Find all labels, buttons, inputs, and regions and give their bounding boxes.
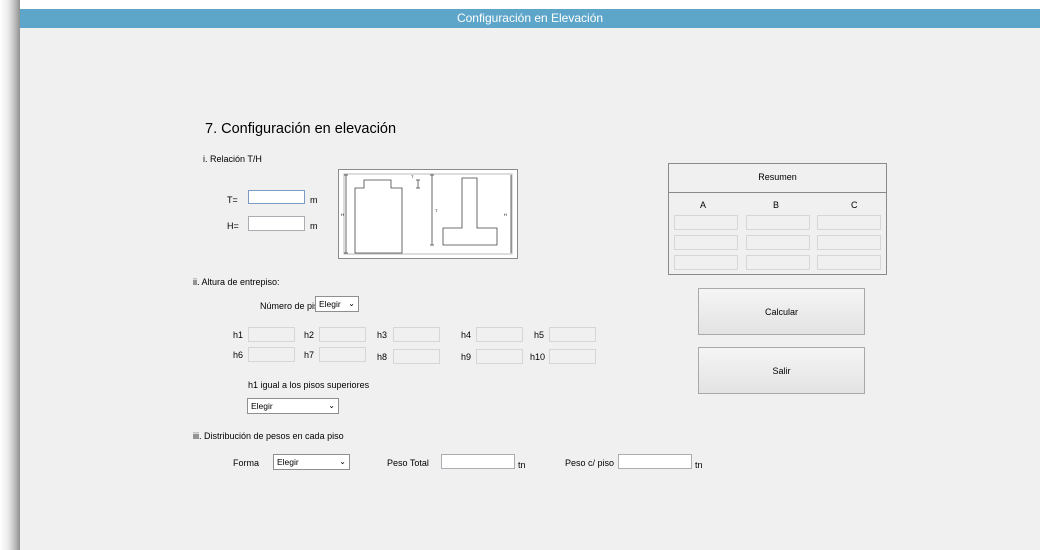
h4-label: h4 (461, 330, 472, 340)
summary-c3[interactable] (817, 255, 881, 270)
peso-piso-unit: tn (695, 460, 703, 470)
calcular-button-label: Calcular (764, 306, 798, 317)
h2-input[interactable] (319, 327, 366, 342)
h1-equal-select[interactable]: Elegir ⌄ (247, 398, 339, 414)
peso-total-label: Peso Total (387, 458, 429, 468)
h-input[interactable] (248, 216, 305, 231)
h3-input[interactable] (393, 327, 440, 342)
chevron-down-icon: ⌄ (328, 401, 335, 410)
h1-label: h1 (233, 330, 244, 340)
t-input[interactable] (248, 190, 305, 204)
h-label: H= (227, 221, 239, 231)
salir-button[interactable]: Salir (698, 347, 865, 394)
chevron-down-icon: ⌄ (348, 299, 355, 308)
h4-input[interactable] (476, 327, 523, 342)
section-floor-height-title: ii. Altura de entrepiso: (193, 277, 280, 287)
h3-label: h3 (377, 330, 388, 340)
section-ratio-title: i. Relación T/H (203, 154, 262, 164)
summary-b2[interactable] (746, 235, 810, 250)
h1-equal-select-value: Elegir (251, 401, 273, 411)
h5-input[interactable] (549, 327, 596, 342)
h8-input[interactable] (393, 349, 440, 364)
h1-input[interactable] (248, 327, 295, 342)
floors-select-value: Elegir (319, 299, 341, 309)
summary-a1[interactable] (674, 215, 738, 230)
peso-total-unit: tn (518, 460, 526, 470)
summary-a3[interactable] (674, 255, 738, 270)
floors-select[interactable]: Elegir ⌄ (315, 296, 359, 312)
summary-header-b: B (773, 200, 780, 210)
section-weight-distribution-title: iii. Distribución de pesos en cada piso (193, 431, 344, 441)
diagram-label-t-small: T (411, 174, 414, 179)
window-title: Configuración en Elevación (20, 9, 1040, 28)
diagram-label-h-left: H (341, 212, 344, 217)
h9-input[interactable] (476, 349, 523, 364)
summary-divider (669, 192, 886, 193)
h1-equal-label: h1 igual a los pisos superiores (248, 380, 370, 390)
t-unit: m (310, 195, 318, 205)
calcular-button[interactable]: Calcular (698, 288, 865, 335)
structure-diagram: T H T H (338, 169, 518, 259)
peso-piso-input[interactable] (618, 454, 692, 469)
summary-a2[interactable] (674, 235, 738, 250)
summary-title: Resumen (758, 172, 797, 182)
h7-label: h7 (304, 350, 315, 360)
h7-input[interactable] (319, 347, 366, 362)
h2-label: h2 (304, 330, 315, 340)
h-unit: m (310, 221, 318, 231)
h8-label: h8 (377, 352, 388, 362)
summary-header-a: A (700, 200, 707, 210)
h6-label: h6 (233, 350, 244, 360)
diagram-label-t-mid: T (435, 208, 438, 213)
forma-select[interactable]: Elegir ⌄ (273, 454, 350, 470)
main-window: Configuración en Elevación 7. Configurac… (20, 9, 1040, 550)
salir-button-label: Salir (772, 365, 791, 376)
h5-label: h5 (534, 330, 545, 340)
forma-select-value: Elegir (277, 457, 299, 467)
diagram-label-h-right: H (504, 212, 507, 217)
h10-label: h10 (530, 352, 546, 362)
peso-total-input[interactable] (441, 454, 515, 469)
desktop-background (0, 0, 20, 550)
forma-label: Forma (233, 458, 260, 468)
summary-b3[interactable] (746, 255, 810, 270)
summary-panel: Resumen A B C (668, 163, 887, 275)
summary-c1[interactable] (817, 215, 881, 230)
h6-input[interactable] (248, 347, 295, 362)
summary-header-c: C (851, 200, 858, 210)
peso-piso-label: Peso c/ piso (565, 458, 615, 468)
t-label: T= (227, 195, 238, 205)
summary-c2[interactable] (817, 235, 881, 250)
h10-input[interactable] (549, 349, 596, 364)
summary-b1[interactable] (746, 215, 810, 230)
chevron-down-icon: ⌄ (339, 457, 346, 466)
h9-label: h9 (461, 352, 472, 362)
page-title: 7. Configuración en elevación (205, 121, 397, 137)
